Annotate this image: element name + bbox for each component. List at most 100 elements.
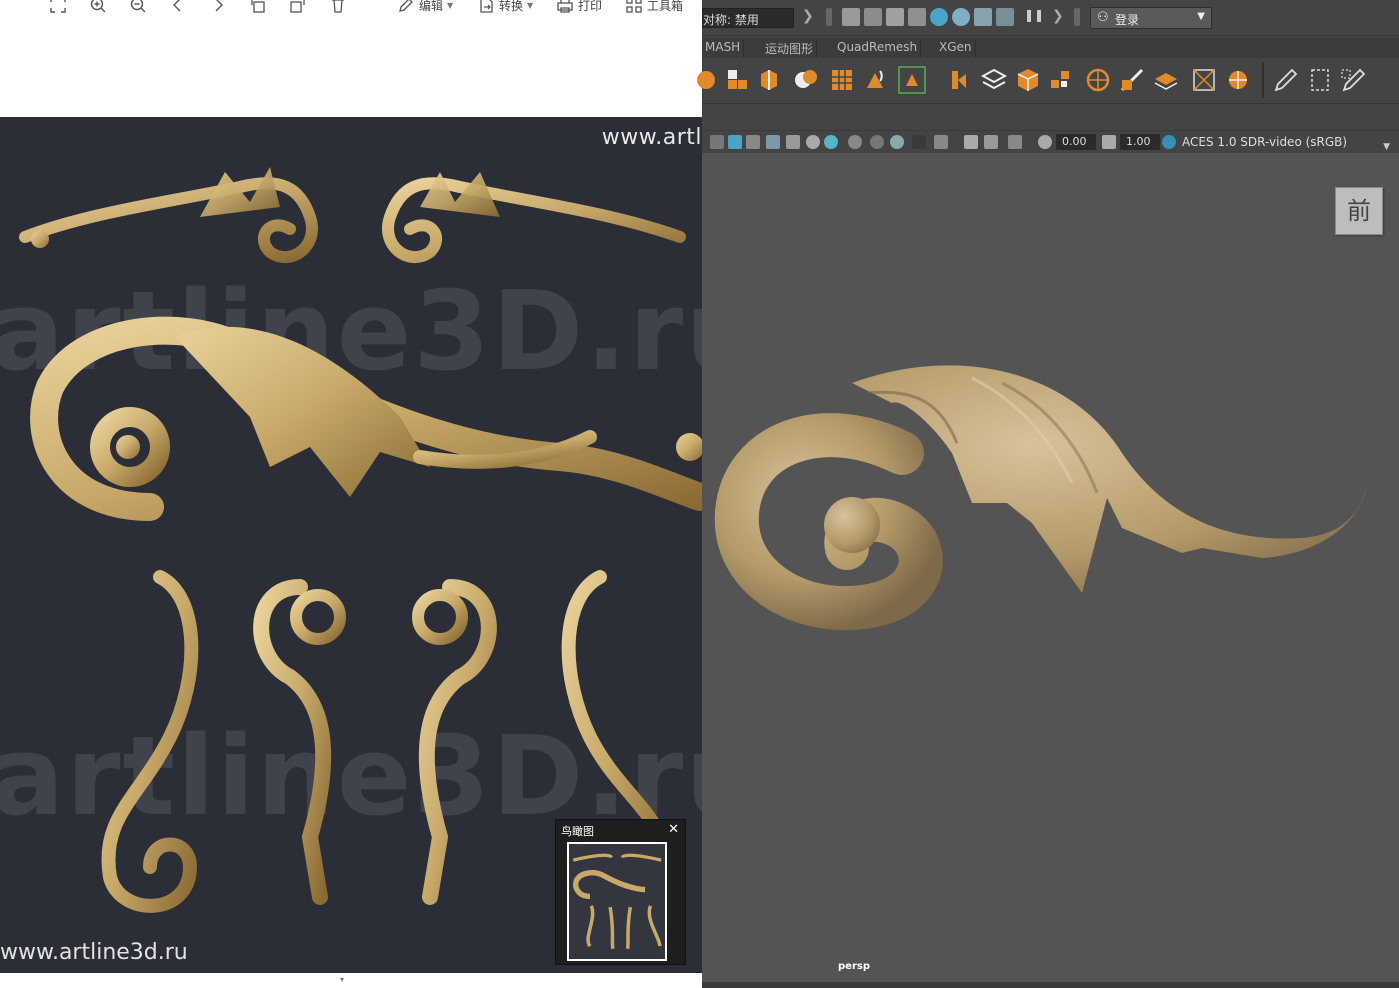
resolution-gate-icon[interactable] — [1008, 135, 1022, 149]
symmetry-label: 对称: 禁用 — [703, 13, 759, 27]
render-frame-icon[interactable] — [864, 8, 882, 26]
default-lighting-icon[interactable] — [746, 135, 760, 149]
toolbox-button[interactable]: 工具箱 — [625, 0, 683, 16]
exposure-field[interactable]: 0.00 — [1056, 134, 1096, 150]
mash-network-icon[interactable] — [696, 66, 724, 94]
edit-curve-icon[interactable] — [1340, 66, 1368, 94]
xray-joints-icon[interactable] — [964, 135, 978, 149]
printer-icon — [557, 0, 573, 13]
fit-screen-icon[interactable] — [49, 0, 67, 16]
motion-blur-icon[interactable] — [848, 135, 862, 149]
bounding-box-icon[interactable] — [1306, 66, 1334, 94]
mash-orb-icon[interactable] — [1224, 66, 1252, 94]
mash-instancer-icon[interactable] — [758, 66, 786, 94]
mash-shatter-icon[interactable] — [792, 66, 820, 94]
mash-bounding-icon[interactable] — [1190, 66, 1218, 94]
separator-arrow-icon: ❯ — [802, 8, 814, 24]
render-settings-icon[interactable] — [842, 8, 860, 26]
mash-distribute-icon[interactable] — [724, 66, 752, 94]
grid-icon — [626, 0, 642, 13]
symmetry-field[interactable]: 对称: 禁用 — [702, 8, 794, 28]
tab-mash[interactable]: MASH — [702, 40, 745, 58]
mash-flat-icon[interactable] — [1152, 66, 1180, 94]
mash-world-icon[interactable] — [946, 66, 974, 94]
mash-cube-icon[interactable] — [1014, 66, 1042, 94]
mash-scatter-icon[interactable] — [1048, 66, 1076, 94]
convert-menu-button[interactable]: 转换 ▼ — [477, 0, 533, 16]
smooth-shade-icon[interactable] — [728, 135, 742, 149]
edit-label: 编辑 — [419, 0, 444, 13]
mash-sphere-icon[interactable] — [1084, 66, 1112, 94]
login-label: 登录 — [1115, 13, 1140, 27]
user-icon: ⚇ — [1097, 10, 1109, 25]
maya-bottom-bar — [702, 982, 1399, 988]
shelf — [697, 58, 1399, 104]
use-all-lights-icon[interactable] — [786, 135, 800, 149]
xray-icon[interactable] — [934, 135, 948, 149]
viewer-bottom-bar: ▾ — [0, 973, 702, 988]
login-button[interactable]: ⚇ 登录 ▼ — [1090, 7, 1212, 29]
next-icon[interactable] — [209, 0, 227, 16]
depth-of-field-icon[interactable] — [890, 135, 904, 149]
light-editor-icon[interactable] — [974, 8, 992, 26]
shelf-tabs: MASH 运动图形 QuadRemesh XGen — [702, 38, 1399, 58]
birdseye-title: 鸟瞰图 — [561, 825, 594, 838]
mash-trail-icon[interactable] — [1118, 66, 1146, 94]
color-management-icon[interactable] — [1162, 135, 1176, 149]
mash-repro-icon[interactable] — [862, 66, 890, 94]
anti-aliasing-icon[interactable] — [870, 135, 884, 149]
mash-dynamics-icon[interactable] — [898, 66, 926, 94]
mash-grid-icon[interactable] — [828, 66, 856, 94]
gamma-field[interactable]: 1.00 — [1120, 134, 1160, 150]
shelf-divider — [1262, 62, 1264, 98]
ambient-occlusion-icon[interactable] — [824, 135, 838, 149]
close-icon[interactable]: ✕ — [668, 822, 679, 837]
separator-icon — [826, 8, 832, 26]
color-space-dropdown[interactable]: ACES 1.0 SDR-video (sRGB) ▼ — [1182, 134, 1394, 152]
edit-icon — [399, 0, 413, 12]
exposure-icon[interactable] — [1038, 135, 1052, 149]
convert-icon — [480, 0, 493, 13]
color-space-label: ACES 1.0 SDR-video (sRGB) — [1182, 135, 1348, 149]
scroll-ornament-model — [714, 365, 1367, 631]
tab-xgen[interactable]: XGen — [936, 40, 976, 58]
wireframe-icon[interactable] — [710, 135, 724, 149]
pencil-icon[interactable] — [1272, 66, 1300, 94]
mash-placer-icon[interactable] — [980, 66, 1008, 94]
print-button[interactable]: 打印 — [556, 0, 602, 16]
hypershade-icon[interactable] — [930, 8, 948, 26]
render-view-icon[interactable] — [908, 8, 926, 26]
previous-icon[interactable] — [169, 0, 187, 16]
gamma-icon[interactable] — [1102, 135, 1116, 149]
watermark-url-bottom: www.artline3d.ru — [0, 940, 188, 965]
camera-label: persp — [838, 961, 870, 972]
3d-viewport[interactable]: 前 persp — [702, 153, 1399, 982]
separator-arrow-icon: ❯ — [1052, 8, 1064, 24]
edit-menu-button[interactable]: 编辑 ▼ — [397, 0, 453, 16]
xray-active-icon[interactable] — [984, 135, 998, 149]
chevron-down-icon: ▼ — [447, 0, 454, 10]
separator-icon — [1074, 8, 1080, 26]
birdseye-panel[interactable]: 鸟瞰图 ✕ — [555, 819, 686, 965]
collapse-handle-icon[interactable]: ▾ — [340, 975, 344, 984]
viewer-toolbar: 编辑 ▼ 转换 ▼ 打印 工具箱 — [0, 0, 702, 116]
render-setup-icon[interactable] — [952, 8, 970, 26]
rotate-left-icon[interactable] — [249, 0, 267, 16]
delete-icon[interactable] — [329, 0, 347, 16]
toggle-icon[interactable] — [996, 8, 1014, 26]
screen: 编辑 ▼ 转换 ▼ 打印 工具箱 artline3D.ru artline3D.… — [0, 0, 1399, 988]
zoom-out-icon[interactable] — [129, 0, 147, 16]
tab-quadremesh[interactable]: QuadRemesh — [834, 40, 922, 58]
ipr-render-icon[interactable] — [886, 8, 904, 26]
viewport-panel-bar: 0.00 1.00 ACES 1.0 SDR-video (sRGB) ▼ — [702, 130, 1399, 152]
birdseye-viewport-frame[interactable] — [567, 842, 667, 961]
shadows-icon[interactable] — [806, 135, 820, 149]
view-cube[interactable]: 前 — [1335, 187, 1383, 235]
isolate-select-icon[interactable] — [912, 135, 926, 149]
zoom-in-icon[interactable] — [89, 0, 107, 16]
pause-icon[interactable]: ❚❚ — [1024, 8, 1044, 26]
tab-motion-graphics[interactable]: 运动图形 — [762, 40, 818, 58]
rotate-right-icon[interactable] — [289, 0, 307, 16]
textured-icon[interactable] — [766, 135, 780, 149]
watermark-url-top: www.artl — [601, 125, 702, 150]
